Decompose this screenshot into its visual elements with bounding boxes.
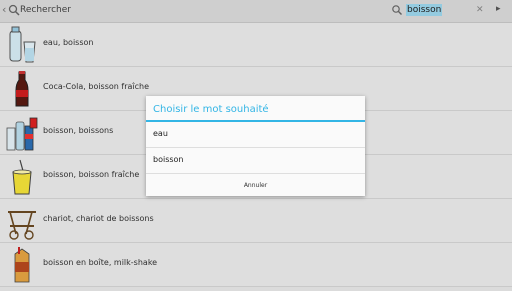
choose-word-dialog: Choisir le mot souhaité eau boisson Annu… — [146, 96, 365, 196]
option-label: eau — [153, 129, 168, 138]
dialog-title: Choisir le mot souhaité — [153, 104, 269, 115]
cancel-button[interactable]: Annuler — [146, 174, 365, 196]
option-label: boisson — [153, 155, 184, 164]
option-boisson[interactable]: boisson — [146, 148, 365, 174]
option-eau[interactable]: eau — [146, 122, 365, 148]
dialog-footer: Annuler — [146, 174, 365, 196]
